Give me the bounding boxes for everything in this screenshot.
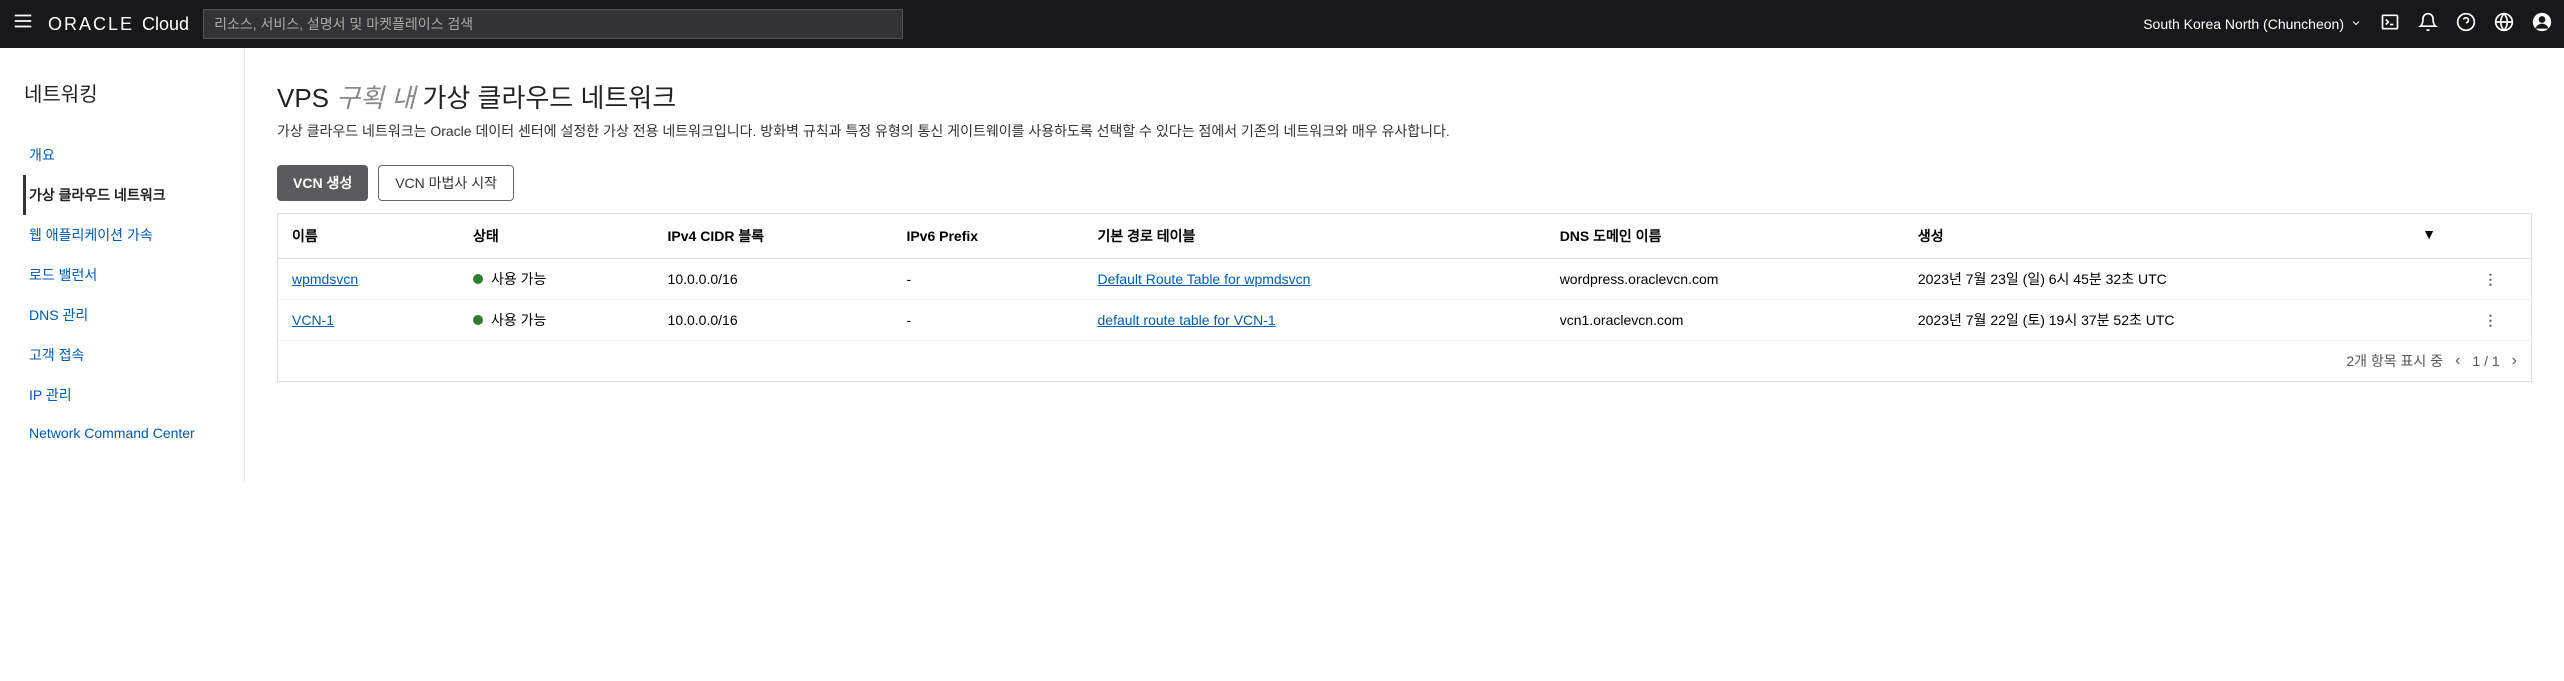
status-badge: 사용 가능: [473, 310, 640, 330]
vcn-name-link[interactable]: VCN-1: [292, 312, 334, 328]
column-default-route-table[interactable]: 기본 경로 테이블: [1084, 214, 1546, 259]
ipv4-cidr-value: 10.0.0.0/16: [654, 300, 893, 341]
sidebar-item-ip-management[interactable]: IP 관리: [23, 375, 220, 415]
sidebar-title: 네트워킹: [24, 78, 220, 107]
search-placeholder: 리소스, 서비스, 설명서 및 마켓플레이스 검색: [214, 14, 473, 34]
column-ipv4-cidr[interactable]: IPv4 CIDR 블록: [654, 214, 893, 259]
pagination-summary: 2개 항목 표시 중: [2346, 351, 2443, 371]
page-display: 1 / 1: [2472, 353, 2499, 369]
title-suffix: 가상 클라우드 네트워크: [422, 83, 676, 113]
header-right: South Korea North (Chuncheon): [2143, 12, 2552, 37]
vcn-name-link[interactable]: wpmdsvcn: [292, 271, 358, 287]
status-text: 사용 가능: [491, 310, 546, 330]
column-actions: [2450, 214, 2532, 259]
sidebar: 네트워킹 개요 가상 클라우드 네트워크 웹 애플리케이션 가속 로드 밸런서 …: [0, 48, 245, 481]
title-compartment: 구획 내: [336, 83, 415, 113]
action-buttons: VCN 생성 VCN 마법사 시작: [277, 165, 2532, 201]
sidebar-nav: 개요 가상 클라우드 네트워크 웹 애플리케이션 가속 로드 밸런서 DNS 관…: [24, 135, 220, 451]
sidebar-item-dns[interactable]: DNS 관리: [23, 295, 220, 335]
created-value: 2023년 7월 22일 (토) 19시 37분 52초 UTC: [1904, 300, 2450, 341]
prev-page-button[interactable]: ‹: [2455, 352, 2460, 370]
hamburger-icon[interactable]: [12, 10, 34, 38]
status-text: 사용 가능: [491, 269, 546, 289]
sidebar-item-customer-connectivity[interactable]: 고객 접속: [23, 335, 220, 375]
next-page-button[interactable]: ›: [2512, 352, 2517, 370]
globe-icon[interactable]: [2494, 12, 2514, 37]
sidebar-item-overview[interactable]: 개요: [23, 135, 220, 175]
header: ORACLE Cloud 리소스, 서비스, 설명서 및 마켓플레이스 검색 S…: [0, 0, 2564, 48]
search-input[interactable]: 리소스, 서비스, 설명서 및 마켓플레이스 검색: [203, 9, 903, 39]
dns-domain-value: wordpress.oraclevcn.com: [1546, 259, 1904, 300]
status-badge: 사용 가능: [473, 269, 640, 289]
row-actions-menu[interactable]: ⋮: [2450, 259, 2532, 300]
table-footer: 2개 항목 표시 중 ‹ 1 / 1 ›: [277, 341, 2532, 382]
page-description: 가상 클라우드 네트워크는 Oracle 데이터 센터에 설정한 가상 전용 네…: [277, 121, 2532, 141]
region-selector[interactable]: South Korea North (Chuncheon): [2143, 16, 2362, 32]
content: VPS 구획 내 가상 클라우드 네트워크 가상 클라우드 네트워크는 Orac…: [245, 48, 2564, 481]
route-table-link[interactable]: Default Route Table for wpmdsvcn: [1098, 271, 1311, 287]
status-dot-icon: [473, 274, 483, 284]
chevron-down-icon: [2350, 16, 2362, 32]
title-prefix: VPS: [277, 83, 329, 113]
page-title: VPS 구획 내 가상 클라우드 네트워크: [277, 78, 2532, 115]
table-row: VCN-1 사용 가능 10.0.0.0/16 - default route …: [278, 300, 2532, 341]
table-header-row: 이름 상태 IPv4 CIDR 블록 IPv6 Prefix 기본 경로 테이블…: [278, 214, 2532, 259]
help-icon[interactable]: [2456, 12, 2476, 37]
logo[interactable]: ORACLE Cloud: [48, 14, 189, 35]
logo-brand: ORACLE: [48, 14, 134, 35]
sidebar-item-waa[interactable]: 웹 애플리케이션 가속: [23, 215, 220, 255]
profile-icon[interactable]: [2532, 12, 2552, 37]
dev-tools-icon[interactable]: [2380, 12, 2400, 37]
region-label: South Korea North (Chuncheon): [2143, 16, 2344, 32]
status-dot-icon: [473, 315, 483, 325]
ipv4-cidr-value: 10.0.0.0/16: [654, 259, 893, 300]
table-row: wpmdsvcn 사용 가능 10.0.0.0/16 - Default Rou…: [278, 259, 2532, 300]
logo-product: Cloud: [142, 14, 189, 35]
main-layout: 네트워킹 개요 가상 클라우드 네트워크 웹 애플리케이션 가속 로드 밸런서 …: [0, 48, 2564, 481]
start-wizard-button[interactable]: VCN 마법사 시작: [378, 165, 514, 201]
create-vcn-button[interactable]: VCN 생성: [277, 165, 368, 201]
created-value: 2023년 7월 23일 (일) 6시 45분 32초 UTC: [1904, 259, 2450, 300]
column-status[interactable]: 상태: [459, 214, 654, 259]
ipv6-prefix-value: -: [892, 259, 1083, 300]
vcn-table: 이름 상태 IPv4 CIDR 블록 IPv6 Prefix 기본 경로 테이블…: [277, 213, 2532, 341]
sidebar-item-load-balancer[interactable]: 로드 밸런서: [23, 255, 220, 295]
column-created[interactable]: 생성 ▼: [1904, 214, 2450, 259]
column-name[interactable]: 이름: [278, 214, 460, 259]
sidebar-item-vcn[interactable]: 가상 클라우드 네트워크: [23, 175, 220, 215]
route-table-link[interactable]: default route table for VCN-1: [1098, 312, 1276, 328]
sort-desc-icon: ▼: [2422, 226, 2436, 242]
column-ipv6-prefix[interactable]: IPv6 Prefix: [892, 214, 1083, 259]
column-dns-domain[interactable]: DNS 도메인 이름: [1546, 214, 1904, 259]
row-actions-menu[interactable]: ⋮: [2450, 300, 2532, 341]
notifications-icon[interactable]: [2418, 12, 2438, 37]
ipv6-prefix-value: -: [892, 300, 1083, 341]
column-created-label: 생성: [1918, 228, 1944, 244]
dns-domain-value: vcn1.oraclevcn.com: [1546, 300, 1904, 341]
sidebar-item-network-command-center[interactable]: Network Command Center: [23, 415, 220, 451]
